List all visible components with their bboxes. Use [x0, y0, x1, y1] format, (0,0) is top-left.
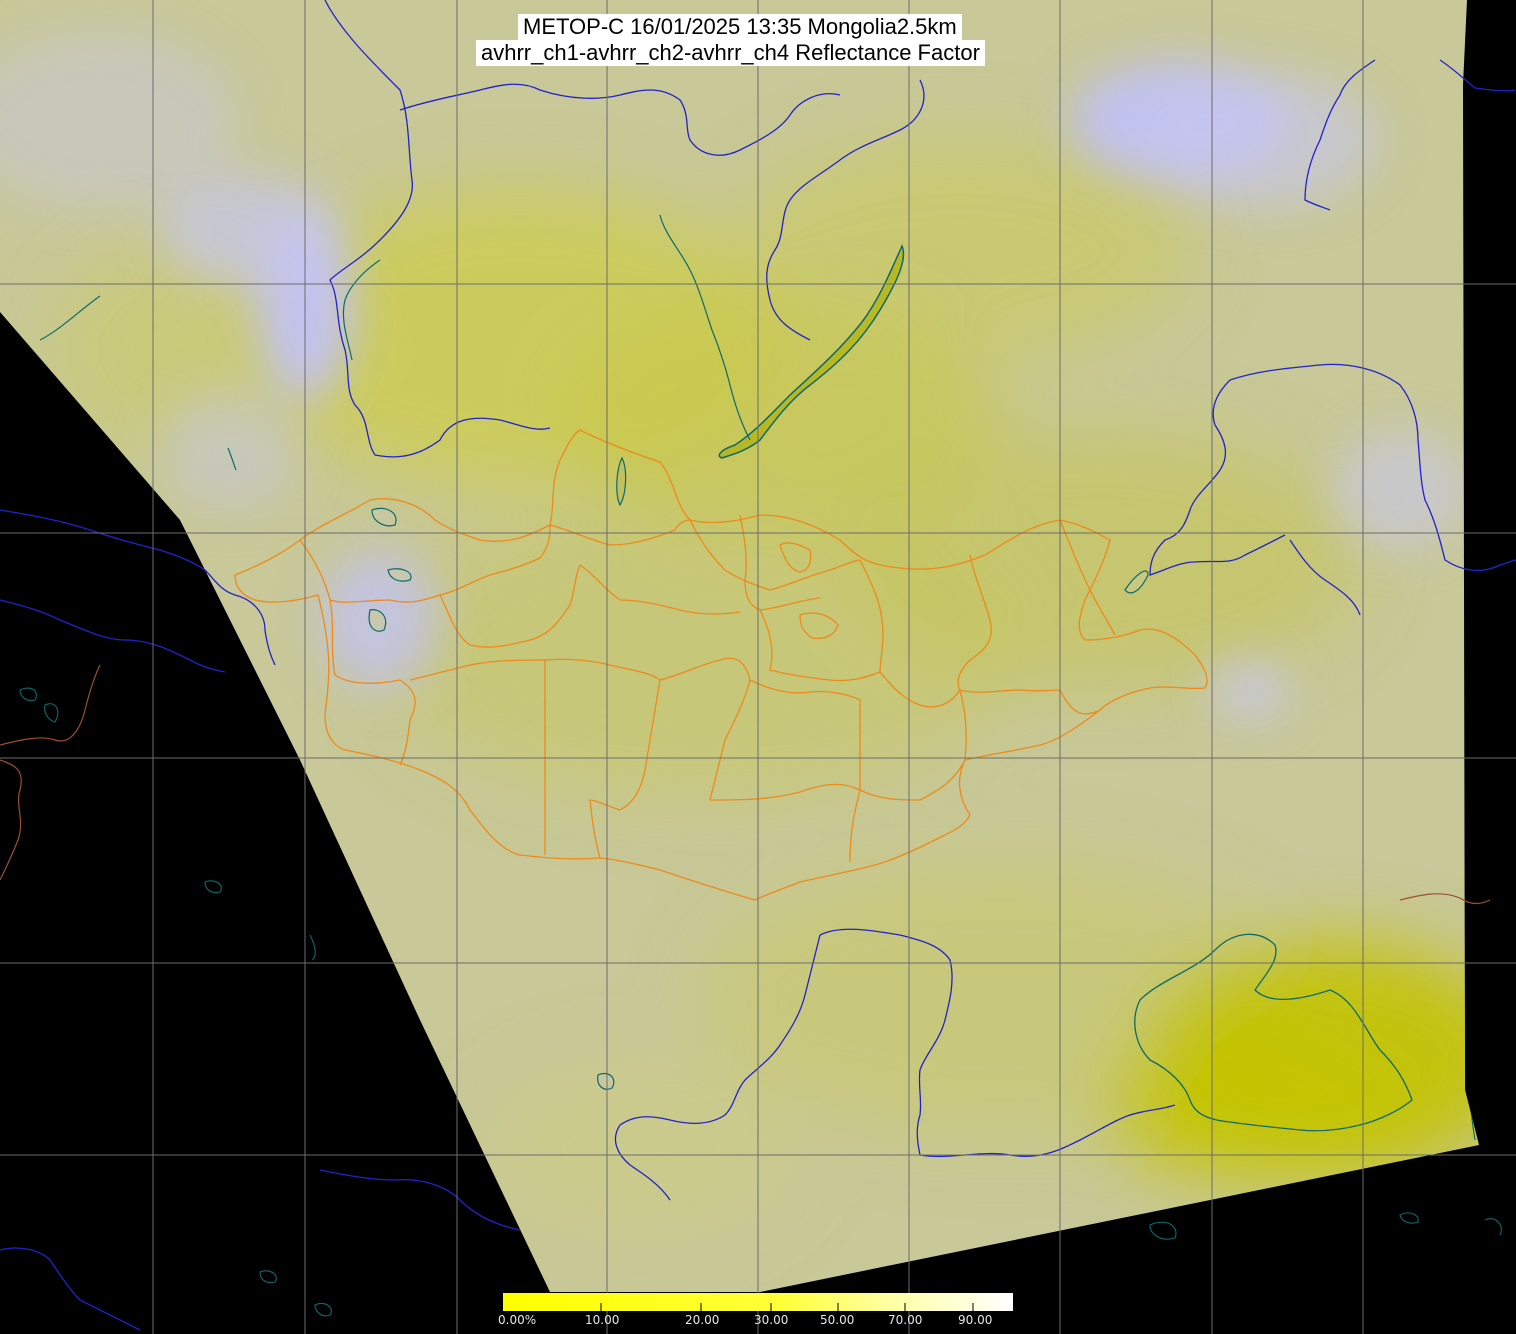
- map-title-line-2: avhrr_ch1-avhrr_ch2-avhrr_ch4 Reflectanc…: [476, 40, 985, 66]
- colorbar: [503, 1293, 1013, 1311]
- satellite-swath-svg: [0, 0, 1516, 1334]
- map-title-line-1: METOP-C 16/01/2025 13:35 Mongolia2.5km: [518, 14, 962, 40]
- colorbar-label-70: 70.00: [888, 1313, 923, 1327]
- colorbar-label-90: 90.00: [958, 1313, 993, 1327]
- colorbar-label-20: 20.00: [685, 1313, 720, 1327]
- colorbar-label-0: 0.00%: [498, 1313, 537, 1327]
- colorbar-label-10: 10.00: [585, 1313, 620, 1327]
- satellite-map[interactable]: METOP-C 16/01/2025 13:35 Mongolia2.5km a…: [0, 0, 1516, 1334]
- colorbar-group: [503, 1293, 1013, 1311]
- colorbar-label-50: 50.00: [820, 1313, 855, 1327]
- colorbar-label-30: 30.00: [754, 1313, 789, 1327]
